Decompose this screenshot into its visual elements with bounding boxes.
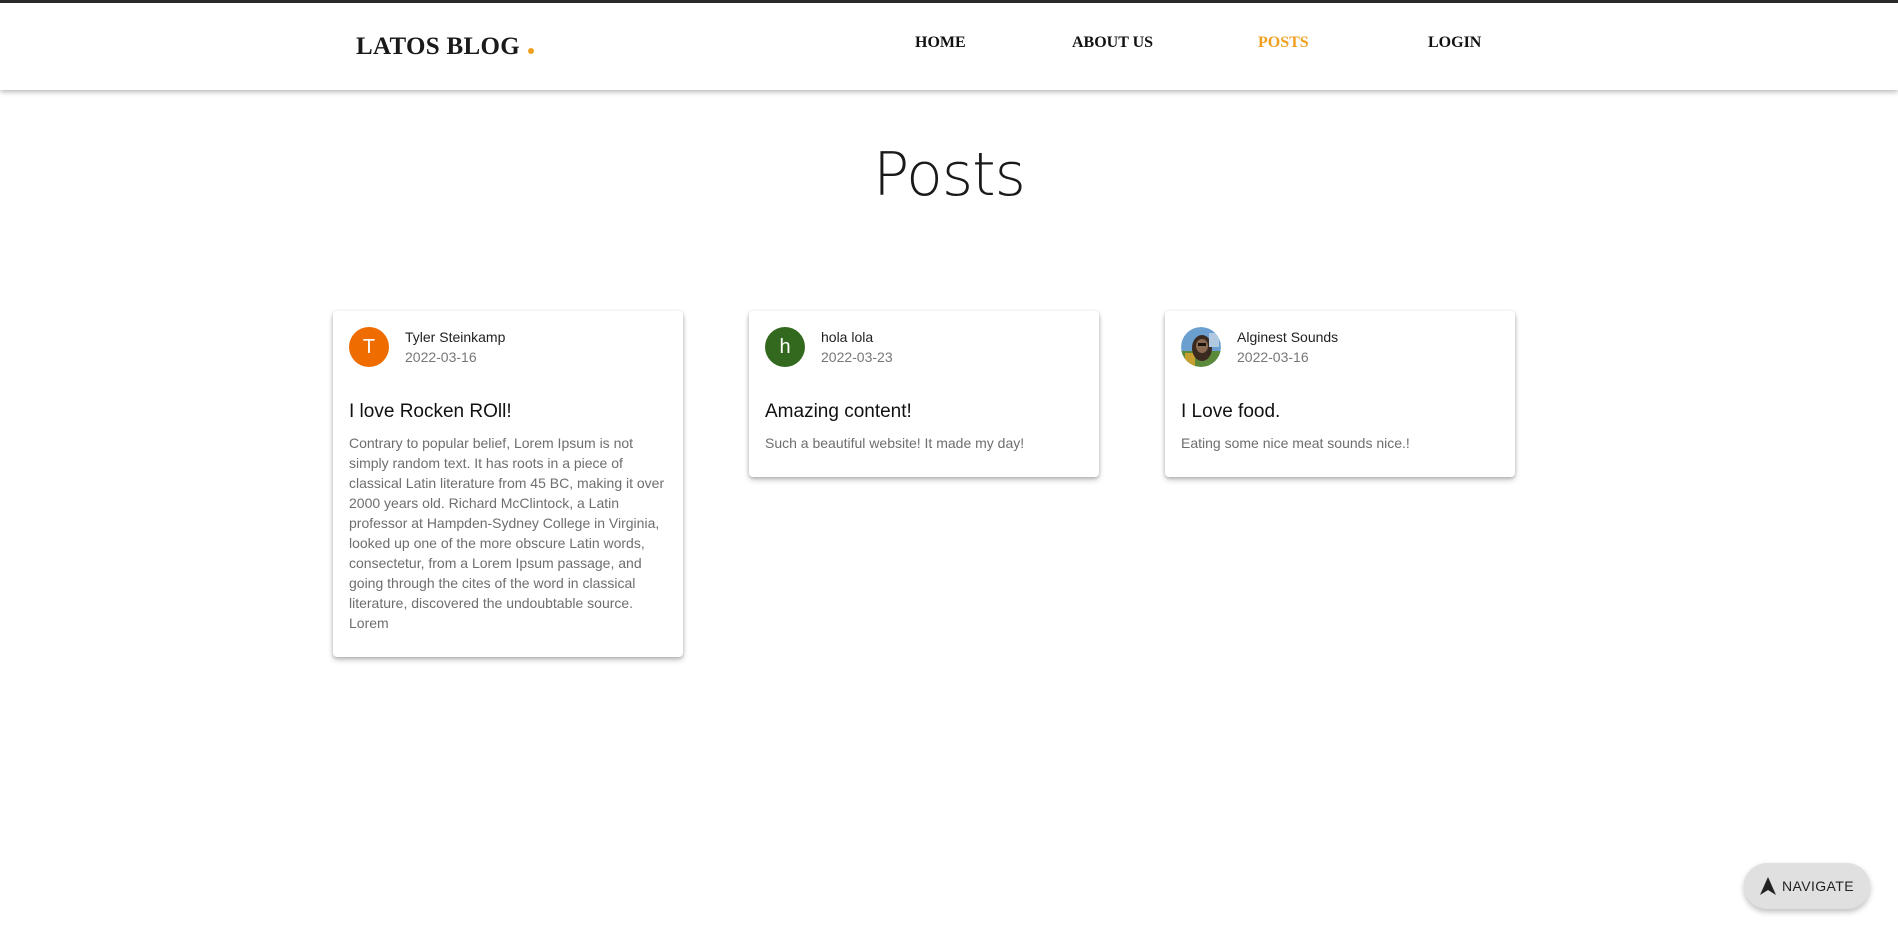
post-date: 2022-03-23 xyxy=(821,349,893,365)
post-card[interactable]: Alginest Sounds 2022-03-16 I Love food. … xyxy=(1165,311,1515,477)
post-title: I love Rocken ROll! xyxy=(349,401,512,422)
page-title: Posts xyxy=(873,140,1026,210)
avatar-photo xyxy=(1181,327,1221,367)
post-author: Tyler Steinkamp xyxy=(405,329,506,345)
post-card[interactable]: T Tyler Steinkamp 2022-03-16 I love Rock… xyxy=(333,311,683,657)
site-logo[interactable]: LATOS BLOG xyxy=(356,33,534,61)
avatar-photo-icon xyxy=(1181,327,1221,367)
nav-home-link[interactable]: HOME xyxy=(915,34,966,52)
logo-text: LATOS BLOG xyxy=(356,33,520,60)
avatar: h xyxy=(765,327,805,367)
post-author: Alginest Sounds xyxy=(1237,329,1339,345)
card-header: Alginest Sounds 2022-03-16 xyxy=(1181,327,1499,367)
post-card[interactable]: h hola lola 2022-03-23 Amazing content! … xyxy=(749,311,1099,477)
post-date: 2022-03-16 xyxy=(1237,349,1309,365)
navigation-arrow-icon xyxy=(1760,877,1777,895)
post-body: Contrary to popular belief, Lorem Ipsum … xyxy=(349,435,665,631)
avatar: T xyxy=(349,327,389,367)
post-title: Amazing content! xyxy=(765,401,912,422)
navigate-label: NAVIGATE xyxy=(1782,878,1854,894)
navigate-button[interactable]: NAVIGATE xyxy=(1744,863,1870,909)
navbar: LATOS BLOG HOME ABOUT US POSTS LOGIN xyxy=(0,3,1898,90)
logo-dot-icon xyxy=(527,48,534,54)
post-meta: hola lola 2022-03-23 xyxy=(821,327,893,367)
nav-posts-link[interactable]: POSTS xyxy=(1258,34,1309,52)
post-date: 2022-03-16 xyxy=(405,349,477,365)
post-title: I Love food. xyxy=(1181,401,1281,422)
card-header: h hola lola 2022-03-23 xyxy=(765,327,1083,367)
post-author: hola lola xyxy=(821,329,874,345)
nav-about-link[interactable]: ABOUT US xyxy=(1072,34,1153,52)
post-meta: Tyler Steinkamp 2022-03-16 xyxy=(405,327,505,367)
post-body: Eating some nice meat sounds nice.! xyxy=(1181,435,1410,451)
post-meta: Alginest Sounds 2022-03-16 xyxy=(1237,327,1338,367)
card-header: T Tyler Steinkamp 2022-03-16 xyxy=(349,327,667,367)
post-body: Such a beautiful website! It made my day… xyxy=(765,435,1025,451)
nav-login-link[interactable]: LOGIN xyxy=(1428,34,1481,52)
